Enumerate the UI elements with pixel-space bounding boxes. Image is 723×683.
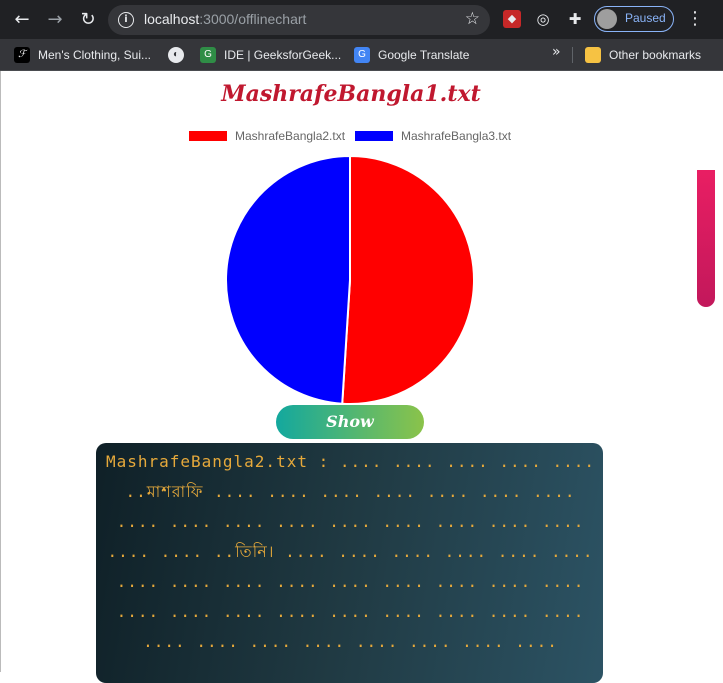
- pie-chart: [225, 154, 476, 405]
- extension-red-icon[interactable]: ◆: [503, 10, 521, 28]
- show-copied-part-button[interactable]: Show CopiedPart: [276, 405, 424, 465]
- other-bookmarks[interactable]: Other bookmarks: [585, 44, 701, 66]
- bookmark-globe[interactable]: ◐: [168, 44, 192, 66]
- copied-text-panel: MashrafeBangla2.txt : .... .... .... ...…: [96, 443, 603, 683]
- url-text[interactable]: localhost:3000/offlinechart: [144, 11, 306, 27]
- pie-slice-1[interactable]: [341, 154, 476, 405]
- browser-toolbar: ← → ↻ i localhost:3000/offlinechart ☆ ◆ …: [0, 0, 723, 39]
- forward-arrow-icon[interactable]: →: [44, 9, 66, 31]
- page-content: MashrafeBangla1.txt MashrafeBangla2.txt …: [0, 71, 723, 683]
- site-info-icon[interactable]: i: [118, 12, 134, 28]
- brand-f-icon: ℱ: [14, 47, 30, 63]
- bookmark-mens-clothing[interactable]: ℱ Men's Clothing, Sui...: [14, 44, 151, 66]
- bookmark-gfg-ide[interactable]: G IDE | GeeksforGeek...: [200, 44, 341, 66]
- globe-icon: ◐: [168, 47, 184, 63]
- legend-swatch-series-1: [189, 131, 227, 141]
- back-arrow-icon[interactable]: ←: [11, 9, 33, 31]
- legend-item-series-1[interactable]: MashrafeBangla2.txt: [189, 129, 345, 143]
- page-title: MashrafeBangla1.txt: [221, 81, 481, 107]
- pie-slice-2[interactable]: [225, 154, 351, 405]
- bookmark-google-translate[interactable]: G Google Translate: [354, 44, 469, 66]
- legend-swatch-series-2: [355, 131, 393, 141]
- profile-status: Paused: [625, 11, 666, 25]
- folder-icon: [585, 47, 601, 63]
- reload-icon[interactable]: ↻: [77, 9, 99, 31]
- gfg-icon: G: [200, 47, 216, 63]
- legend-label-series-2: MashrafeBangla3.txt: [401, 129, 512, 143]
- side-scroll-tab[interactable]: [697, 170, 715, 307]
- bookmarks-bar: ℱ Men's Clothing, Sui... ◐ G IDE | Geeks…: [0, 39, 723, 71]
- translate-icon: G: [354, 47, 370, 63]
- legend-item-series-2[interactable]: MashrafeBangla3.txt: [355, 129, 511, 143]
- legend-label-series-1: MashrafeBangla2.txt: [235, 129, 346, 143]
- profile-button[interactable]: Paused: [594, 6, 674, 32]
- extensions-puzzle-icon[interactable]: ✚: [566, 10, 584, 28]
- menu-kebab-icon[interactable]: ⋮: [686, 8, 704, 29]
- more-bookmarks-chevron-icon[interactable]: »: [552, 44, 561, 60]
- extension-target-icon[interactable]: ◎: [534, 10, 552, 28]
- avatar: [597, 9, 617, 29]
- address-bar[interactable]: i localhost:3000/offlinechart ☆: [108, 5, 490, 35]
- bookmark-star-icon[interactable]: ☆: [465, 9, 480, 29]
- bookmarks-divider: [572, 47, 573, 63]
